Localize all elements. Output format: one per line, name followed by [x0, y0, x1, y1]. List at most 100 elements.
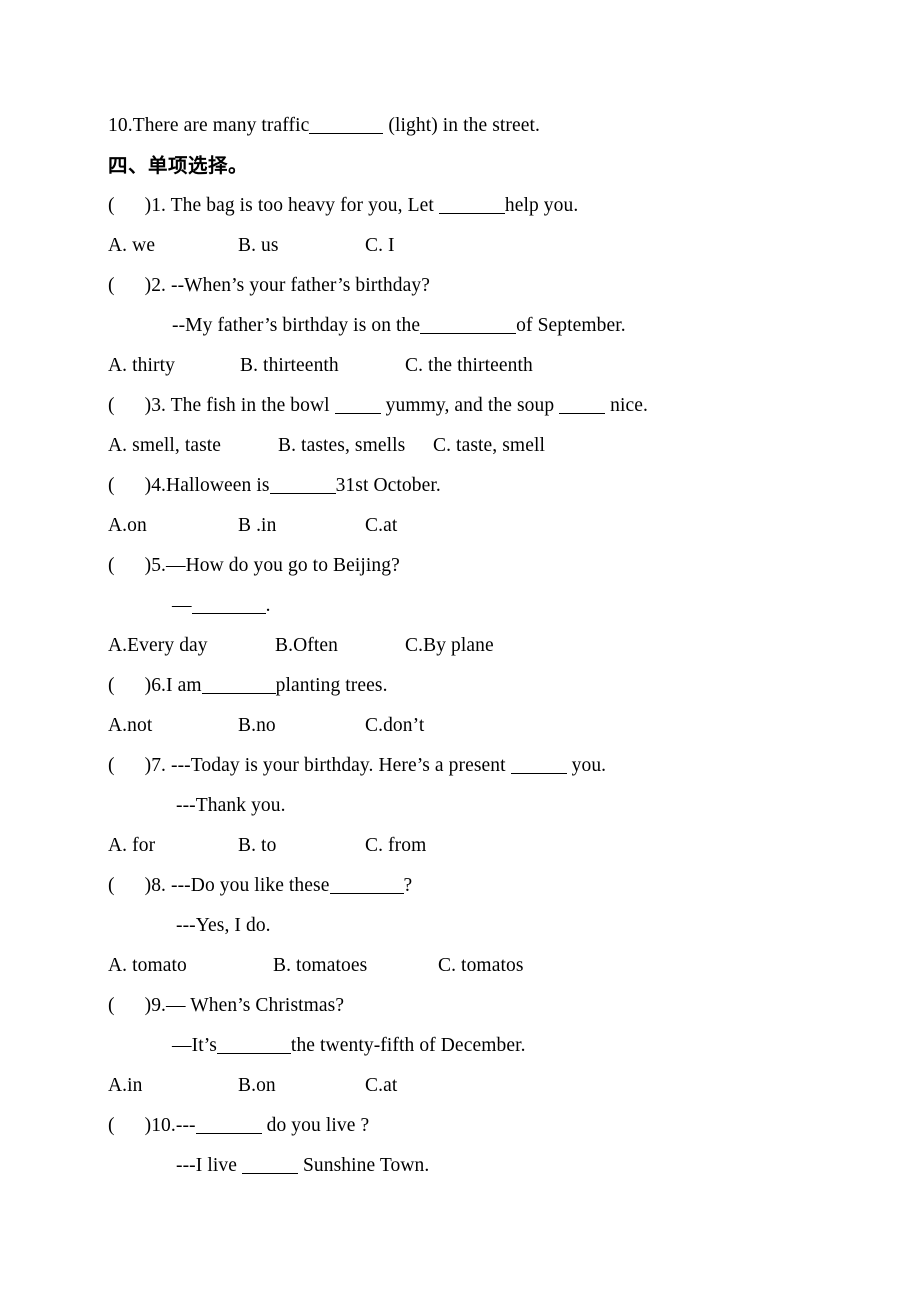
question-text-after: 31st October.	[335, 475, 441, 496]
answer-paren-box[interactable]	[115, 760, 145, 774]
option-b[interactable]: B. tomatoes	[273, 954, 438, 978]
option-b[interactable]: B. us	[238, 234, 365, 258]
option-b[interactable]: B .in	[238, 514, 365, 538]
question-text: —How do you go to Beijing?	[166, 555, 400, 576]
question-text-after: ?	[403, 875, 413, 896]
question-5-continuation: —.	[172, 594, 271, 618]
option-a[interactable]: A. for	[108, 834, 238, 858]
continuation-text-after: .	[265, 595, 271, 616]
continuation-text-after: Sunshine Town.	[297, 1155, 430, 1176]
answer-blank[interactable]	[309, 119, 384, 134]
option-c[interactable]: C. from	[365, 834, 426, 858]
answer-blank[interactable]	[191, 599, 266, 614]
answer-paren-box[interactable]	[115, 560, 145, 574]
question-9-stem: ()9.— When’s Christmas?	[108, 994, 344, 1018]
answer-blank[interactable]	[438, 199, 505, 214]
answer-blank[interactable]	[195, 1119, 262, 1134]
question-text-a: The fish in the bowl	[166, 395, 335, 416]
question-10-stem: ()10.--- do you live ?	[108, 1114, 369, 1138]
dash-mark: —	[172, 595, 192, 616]
option-c[interactable]: C. taste, smell	[433, 434, 545, 458]
question-number: 8.	[151, 875, 167, 896]
question-number: 7.	[151, 755, 167, 776]
answer-paren-box[interactable]	[115, 1120, 145, 1134]
question-5-options: A.Every day B.Often C.By plane	[108, 634, 494, 658]
question-4-stem: ()4.Halloween is 31st October.	[108, 474, 441, 498]
question-1-stem: ()1. The bag is too heavy for you, Let h…	[108, 194, 578, 218]
section-heading: 四、单项选择。	[108, 154, 249, 177]
option-c[interactable]: C.at	[365, 514, 397, 538]
option-c[interactable]: C. the thirteenth	[405, 354, 533, 378]
question-number: 9.	[151, 995, 167, 1016]
continuation-text-before: —It’s	[172, 1035, 217, 1056]
answer-paren-open: (	[108, 275, 115, 296]
question-text-b: yummy, and the soup	[380, 395, 560, 416]
question-8-options: A. tomato B. tomatoes C. tomatos	[108, 954, 524, 978]
continuation-text-before: ---I live	[176, 1155, 242, 1176]
answer-blank[interactable]	[420, 319, 517, 334]
question-number: 5.	[151, 555, 167, 576]
option-b[interactable]: B.on	[238, 1074, 365, 1098]
question-text-after: planting trees.	[275, 675, 388, 696]
option-a[interactable]: A. thirty	[108, 354, 240, 378]
option-a[interactable]: A. smell, taste	[108, 434, 278, 458]
answer-blank[interactable]	[329, 879, 404, 894]
question-text-after: help you.	[504, 195, 579, 216]
option-a[interactable]: A. tomato	[108, 954, 273, 978]
option-c[interactable]: C. tomatos	[438, 954, 524, 978]
question-8-continuation: ---Yes, I do.	[176, 915, 271, 936]
question-text-after: you.	[566, 755, 607, 776]
option-a[interactable]: A.on	[108, 514, 238, 538]
answer-blank[interactable]	[241, 1159, 298, 1174]
question-number: 6.	[151, 675, 167, 696]
answer-paren-open: (	[108, 875, 115, 896]
answer-paren-box[interactable]	[115, 280, 145, 294]
answer-blank-2[interactable]	[559, 399, 606, 414]
option-b[interactable]: B. tastes, smells	[278, 434, 433, 458]
question-text: I am	[166, 675, 202, 696]
question-text: Halloween is	[166, 475, 270, 496]
question-3-stem: ()3. The fish in the bowl yummy, and the…	[108, 394, 648, 418]
option-a[interactable]: A. we	[108, 234, 238, 258]
question-number: 4.	[151, 475, 167, 496]
answer-paren-box[interactable]	[115, 480, 145, 494]
answer-paren-box[interactable]	[115, 1000, 145, 1014]
question-text: ---Today is your birthday. Here’s a pres…	[166, 755, 511, 776]
answer-paren-box[interactable]	[115, 680, 145, 694]
question-text: — When’s Christmas?	[166, 995, 345, 1016]
continuation-text-before: --My father’s birthday is on the	[172, 315, 421, 336]
answer-blank[interactable]	[201, 679, 276, 694]
answer-paren-box[interactable]	[115, 200, 145, 214]
question-2-continuation: --My father’s birthday is on the of Septe…	[172, 314, 626, 338]
answer-blank[interactable]	[216, 1039, 291, 1054]
question-4-options: A.on B .in C.at	[108, 514, 397, 538]
option-b[interactable]: B. thirteenth	[240, 354, 405, 378]
question-9-continuation: —It’s the twenty-fifth of December.	[172, 1034, 526, 1058]
option-b[interactable]: B.no	[238, 714, 365, 738]
option-a[interactable]: A.in	[108, 1074, 238, 1098]
answer-blank-1[interactable]	[334, 399, 381, 414]
question-number: 3.	[151, 395, 167, 416]
option-a[interactable]: A.Every day	[108, 634, 275, 658]
answer-paren-open: (	[108, 1115, 115, 1136]
answer-blank[interactable]	[269, 479, 336, 494]
question-number: 2.	[151, 275, 167, 296]
answer-blank[interactable]	[510, 759, 567, 774]
answer-paren-open: (	[108, 755, 115, 776]
question-10-continuation: ---I live Sunshine Town.	[176, 1154, 429, 1178]
option-c[interactable]: C.By plane	[405, 634, 494, 658]
worksheet-page: 10.There are many traffic (light) in the…	[0, 0, 920, 1302]
answer-paren-open: (	[108, 555, 115, 576]
answer-paren-box[interactable]	[115, 400, 145, 414]
option-c[interactable]: C.don’t	[365, 714, 424, 738]
question-7-continuation: ---Thank you.	[176, 795, 286, 816]
option-b[interactable]: B. to	[238, 834, 365, 858]
answer-paren-open: (	[108, 475, 115, 496]
option-a[interactable]: A.not	[108, 714, 238, 738]
answer-paren-box[interactable]	[115, 880, 145, 894]
option-c[interactable]: C. I	[365, 234, 395, 258]
option-c[interactable]: C.at	[365, 1074, 397, 1098]
answer-paren-open: (	[108, 195, 115, 216]
question-text: --When’s your father’s birthday?	[166, 275, 430, 296]
option-b[interactable]: B.Often	[275, 634, 405, 658]
